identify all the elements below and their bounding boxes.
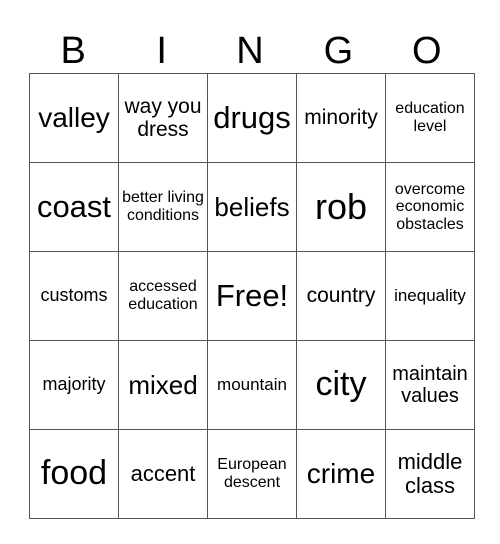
grid-row: coast better living conditions beliefs r… [29, 162, 475, 252]
grid-row: customs accessed education Free! country… [29, 251, 475, 341]
bingo-cell[interactable]: customs [29, 251, 119, 341]
header-letter-i: I [156, 30, 167, 72]
bingo-cell[interactable]: country [296, 251, 386, 341]
header-letter-o: O [412, 30, 442, 72]
bingo-cell[interactable]: coast [29, 162, 119, 252]
bingo-cell[interactable]: maintain values [385, 340, 475, 430]
bingo-cell[interactable]: majority [29, 340, 119, 430]
bingo-cell[interactable]: overcome economic obstacles [385, 162, 475, 252]
grid-row: food accent European descent crime middl… [29, 429, 475, 519]
header-letter-g: G [323, 30, 354, 72]
bingo-cell[interactable]: valley [29, 73, 119, 163]
bingo-cell[interactable]: crime [296, 429, 386, 519]
bingo-cell[interactable]: better living conditions [118, 162, 208, 252]
bingo-cell[interactable]: accessed education [118, 251, 208, 341]
bingo-cell[interactable]: city [296, 340, 386, 430]
header-letter-n: N [236, 30, 264, 72]
grid-row: valley way you dress drugs minority educ… [29, 73, 475, 163]
header-letter-b: B [60, 30, 86, 72]
bingo-cell[interactable]: mixed [118, 340, 208, 430]
bingo-cell[interactable]: inequality [385, 251, 475, 341]
bingo-header: B I N G O [29, 30, 471, 72]
bingo-cell[interactable]: middle class [385, 429, 475, 519]
bingo-cell[interactable]: way you dress [118, 73, 208, 163]
bingo-cell[interactable]: rob [296, 162, 386, 252]
bingo-cell[interactable]: drugs [207, 73, 297, 163]
bingo-cell[interactable]: beliefs [207, 162, 297, 252]
bingo-cell[interactable]: food [29, 429, 119, 519]
bingo-grid: valley way you dress drugs minority educ… [29, 73, 475, 519]
grid-row: majority mixed mountain city maintain va… [29, 340, 475, 430]
bingo-cell[interactable]: European descent [207, 429, 297, 519]
bingo-cell[interactable]: accent [118, 429, 208, 519]
bingo-cell[interactable]: mountain [207, 340, 297, 430]
bingo-cell[interactable]: minority [296, 73, 386, 163]
free-space-cell[interactable]: Free! [207, 251, 297, 341]
bingo-cell[interactable]: education level [385, 73, 475, 163]
